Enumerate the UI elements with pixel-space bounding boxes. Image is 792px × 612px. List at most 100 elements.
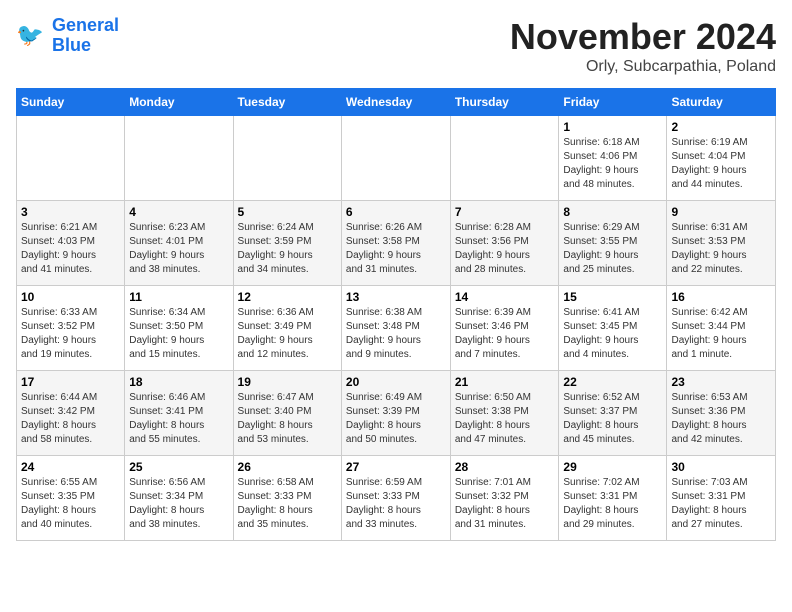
day-number: 23 [671,375,771,389]
day-number: 22 [563,375,662,389]
calendar-cell: 12 Sunrise: 6:36 AM Sunset: 3:49 PM Dayli… [233,286,341,371]
logo: 🐦 General Blue [16,16,119,56]
calendar-cell: 25 Sunrise: 6:56 AM Sunset: 3:34 PM Dayli… [125,456,233,541]
calendar-cell: 15 Sunrise: 6:41 AM Sunset: 3:45 PM Dayli… [559,286,667,371]
day-number: 3 [21,205,120,219]
day-number: 16 [671,290,771,304]
day-number: 14 [455,290,555,304]
day-info: Sunrise: 6:56 AM Sunset: 3:34 PM Dayligh… [129,476,228,532]
day-info: Sunrise: 6:44 AM Sunset: 3:42 PM Dayligh… [21,391,120,447]
calendar-cell: 24Sunrise: 6:55 AM Sunset: 3:35 PM Dayli… [17,456,125,541]
logo-text: General Blue [52,16,119,56]
calendar-cell: 22 Sunrise: 6:52 AM Sunset: 3:37 PM Dayli… [559,371,667,456]
day-info: Sunrise: 6:18 AM Sunset: 4:06 PM Dayligh… [563,136,662,192]
calendar-cell: 5 Sunrise: 6:24 AM Sunset: 3:59 PM Daylig… [233,201,341,286]
title-area: November 2024 Orly, Subcarpathia, Poland [510,16,776,76]
day-info: Sunrise: 6:58 AM Sunset: 3:33 PM Dayligh… [238,476,337,532]
logo-line1: General [52,15,119,35]
weekday-header: Friday [559,89,667,116]
calendar-cell: 29 Sunrise: 7:02 AM Sunset: 3:31 PM Dayli… [559,456,667,541]
day-info: Sunrise: 6:46 AM Sunset: 3:41 PM Dayligh… [129,391,228,447]
day-info: Sunrise: 6:52 AM Sunset: 3:37 PM Dayligh… [563,391,662,447]
calendar-cell: 20Sunrise: 6:49 AM Sunset: 3:39 PM Dayli… [341,371,450,456]
day-number: 19 [238,375,337,389]
calendar-week-row: 1 Sunrise: 6:18 AM Sunset: 4:06 PM Daylig… [17,116,776,201]
weekday-header: Saturday [667,89,776,116]
header: 🐦 General Blue November 2024 Orly, Subca… [16,16,776,76]
day-info: Sunrise: 7:01 AM Sunset: 3:32 PM Dayligh… [455,476,555,532]
day-number: 17 [21,375,120,389]
calendar-cell [341,116,450,201]
calendar-cell: 7 Sunrise: 6:28 AM Sunset: 3:56 PM Daylig… [450,201,559,286]
day-number: 30 [671,460,771,474]
day-info: Sunrise: 6:38 AM Sunset: 3:48 PM Dayligh… [346,306,446,362]
calendar-cell [233,116,341,201]
calendar-cell [450,116,559,201]
calendar-header: SundayMondayTuesdayWednesdayThursdayFrid… [17,89,776,116]
calendar-cell: 10 Sunrise: 6:33 AM Sunset: 3:52 PM Dayli… [17,286,125,371]
calendar-cell: 23 Sunrise: 6:53 AM Sunset: 3:36 PM Dayli… [667,371,776,456]
day-info: Sunrise: 6:50 AM Sunset: 3:38 PM Dayligh… [455,391,555,447]
day-info: Sunrise: 6:28 AM Sunset: 3:56 PM Dayligh… [455,221,555,277]
calendar-cell: 11 Sunrise: 6:34 AM Sunset: 3:50 PM Dayli… [125,286,233,371]
month-title: November 2024 [510,16,776,58]
day-number: 29 [563,460,662,474]
calendar-week-row: 10 Sunrise: 6:33 AM Sunset: 3:52 PM Dayli… [17,286,776,371]
day-number: 2 [671,120,771,134]
day-number: 12 [238,290,337,304]
calendar-cell: 26 Sunrise: 6:58 AM Sunset: 3:33 PM Dayli… [233,456,341,541]
weekday-header: Tuesday [233,89,341,116]
day-info: Sunrise: 6:39 AM Sunset: 3:46 PM Dayligh… [455,306,555,362]
day-info: Sunrise: 6:42 AM Sunset: 3:44 PM Dayligh… [671,306,771,362]
calendar-cell [125,116,233,201]
day-number: 25 [129,460,228,474]
day-number: 27 [346,460,446,474]
calendar-week-row: 24Sunrise: 6:55 AM Sunset: 3:35 PM Dayli… [17,456,776,541]
calendar-cell: 16 Sunrise: 6:42 AM Sunset: 3:44 PM Dayli… [667,286,776,371]
day-number: 21 [455,375,555,389]
weekday-header: Monday [125,89,233,116]
calendar-cell: 28 Sunrise: 7:01 AM Sunset: 3:32 PM Dayli… [450,456,559,541]
day-info: Sunrise: 6:59 AM Sunset: 3:33 PM Dayligh… [346,476,446,532]
day-number: 13 [346,290,446,304]
day-number: 7 [455,205,555,219]
day-number: 1 [563,120,662,134]
svg-text:🐦: 🐦 [16,22,44,47]
day-number: 5 [238,205,337,219]
day-info: Sunrise: 6:23 AM Sunset: 4:01 PM Dayligh… [129,221,228,277]
calendar-cell: 2 Sunrise: 6:19 AM Sunset: 4:04 PM Daylig… [667,116,776,201]
day-info: Sunrise: 6:55 AM Sunset: 3:35 PM Dayligh… [21,476,120,532]
weekday-header: Sunday [17,89,125,116]
subtitle: Orly, Subcarpathia, Poland [510,58,776,76]
calendar-cell: 17 Sunrise: 6:44 AM Sunset: 3:42 PM Dayli… [17,371,125,456]
day-info: Sunrise: 6:21 AM Sunset: 4:03 PM Dayligh… [21,221,120,277]
day-info: Sunrise: 6:19 AM Sunset: 4:04 PM Dayligh… [671,136,771,192]
day-info: Sunrise: 6:31 AM Sunset: 3:53 PM Dayligh… [671,221,771,277]
day-info: Sunrise: 6:33 AM Sunset: 3:52 PM Dayligh… [21,306,120,362]
day-number: 6 [346,205,446,219]
calendar-body: 1 Sunrise: 6:18 AM Sunset: 4:06 PM Daylig… [17,116,776,541]
day-number: 26 [238,460,337,474]
day-number: 11 [129,290,228,304]
calendar-week-row: 17 Sunrise: 6:44 AM Sunset: 3:42 PM Dayli… [17,371,776,456]
weekday-header-row: SundayMondayTuesdayWednesdayThursdayFrid… [17,89,776,116]
day-info: Sunrise: 6:34 AM Sunset: 3:50 PM Dayligh… [129,306,228,362]
day-info: Sunrise: 7:02 AM Sunset: 3:31 PM Dayligh… [563,476,662,532]
day-number: 28 [455,460,555,474]
calendar-cell [17,116,125,201]
calendar-table: SundayMondayTuesdayWednesdayThursdayFrid… [16,88,776,541]
day-info: Sunrise: 6:53 AM Sunset: 3:36 PM Dayligh… [671,391,771,447]
calendar-cell: 21 Sunrise: 6:50 AM Sunset: 3:38 PM Dayli… [450,371,559,456]
day-info: Sunrise: 6:49 AM Sunset: 3:39 PM Dayligh… [346,391,446,447]
day-info: Sunrise: 6:41 AM Sunset: 3:45 PM Dayligh… [563,306,662,362]
day-info: Sunrise: 6:26 AM Sunset: 3:58 PM Dayligh… [346,221,446,277]
calendar-week-row: 3 Sunrise: 6:21 AM Sunset: 4:03 PM Daylig… [17,201,776,286]
calendar-cell: 30Sunrise: 7:03 AM Sunset: 3:31 PM Dayli… [667,456,776,541]
calendar-cell: 18Sunrise: 6:46 AM Sunset: 3:41 PM Dayli… [125,371,233,456]
day-number: 15 [563,290,662,304]
day-info: Sunrise: 6:36 AM Sunset: 3:49 PM Dayligh… [238,306,337,362]
calendar-cell: 14 Sunrise: 6:39 AM Sunset: 3:46 PM Dayli… [450,286,559,371]
day-info: Sunrise: 6:24 AM Sunset: 3:59 PM Dayligh… [238,221,337,277]
day-number: 10 [21,290,120,304]
calendar-cell: 27 Sunrise: 6:59 AM Sunset: 3:33 PM Dayli… [341,456,450,541]
